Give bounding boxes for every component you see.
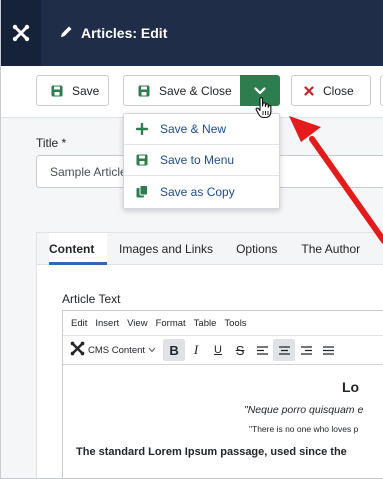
save-icon [51,85,63,97]
underline-icon[interactable]: U [207,339,229,361]
menu-tools[interactable]: Tools [224,318,246,329]
save-to-menu-item[interactable]: Save to Menu [124,145,279,176]
tab-the-author[interactable]: The Author [301,233,360,265]
save-new-label: Save & New [160,122,227,136]
tab-content[interactable]: Content [49,233,107,265]
save-as-copy-label: Save as Copy [160,184,235,199]
hand-cursor-icon [254,96,274,125]
tab-options[interactable]: Options [236,233,277,265]
content-heading: Lo [342,379,360,395]
strikethrough-icon[interactable]: S [229,339,251,361]
editor-toolbar: CMS Content B I U S [63,336,383,365]
editor-menubar: Edit Insert View Format Table Tools [63,311,383,336]
cms-content-dropdown[interactable]: CMS Content [70,341,156,359]
close-button[interactable]: Close [291,75,371,106]
save-close-button-label: Save & Close [159,83,232,98]
align-justify-icon[interactable] [317,339,339,361]
tab-images-links[interactable]: Images and Links [119,233,213,265]
menu-format[interactable]: Format [156,318,186,329]
toolbar: Save Save & Close Close [1,66,383,118]
tab-bar: Content Images and Links Options The Aut… [37,233,383,265]
align-left-icon[interactable] [251,339,273,361]
rich-text-editor: Edit Insert View Format Table Tools CMS … [62,310,383,478]
app-header: Articles: Edit [1,0,383,66]
title-label: Title * [36,136,67,150]
save-to-menu-label: Save to Menu [160,153,235,167]
save-close-button[interactable]: Save & Close [123,75,240,106]
plus-icon [135,123,149,135]
joomla-logo-icon [70,341,85,359]
app-window: Articles: Edit Save Save & Close Close T… [0,0,383,479]
pencil-icon [59,25,73,42]
save-dropdown-menu: Save & New Save to Menu Save as Copy [123,113,280,209]
align-center-icon[interactable] [273,339,296,361]
content-paragraph-heading: The standard Lorem Ipsum passage, used s… [76,446,347,458]
menu-edit[interactable]: Edit [71,318,87,329]
save-icon [135,154,149,166]
menu-view[interactable]: View [127,318,147,329]
editor-content-area[interactable]: Lo "Neque porro quisquam e "There is no … [63,365,383,460]
align-right-icon[interactable] [295,339,317,361]
bold-icon[interactable]: B [163,339,186,361]
copy-icon [135,185,149,198]
menu-table[interactable]: Table [194,318,217,329]
menu-insert[interactable]: Insert [95,318,119,329]
close-icon [304,85,314,96]
save-as-copy-item[interactable]: Save as Copy [124,176,279,207]
content-quote: "Neque porro quisquam e [244,404,364,416]
italic-icon[interactable]: I [185,339,207,361]
cms-content-label: CMS Content [88,344,146,356]
close-button-label: Close [323,83,354,98]
save-button[interactable]: Save [36,75,109,106]
page-title: Articles: Edit [59,25,167,42]
save-button-label: Save [72,83,100,98]
joomla-logo-icon[interactable] [1,0,41,66]
page-title-text: Articles: Edit [81,25,168,41]
chevron-down-icon [148,345,156,356]
save-icon [138,85,150,97]
content-quote-translation: "There is no one who loves p [249,424,359,434]
article-text-label: Article Text [62,292,121,306]
